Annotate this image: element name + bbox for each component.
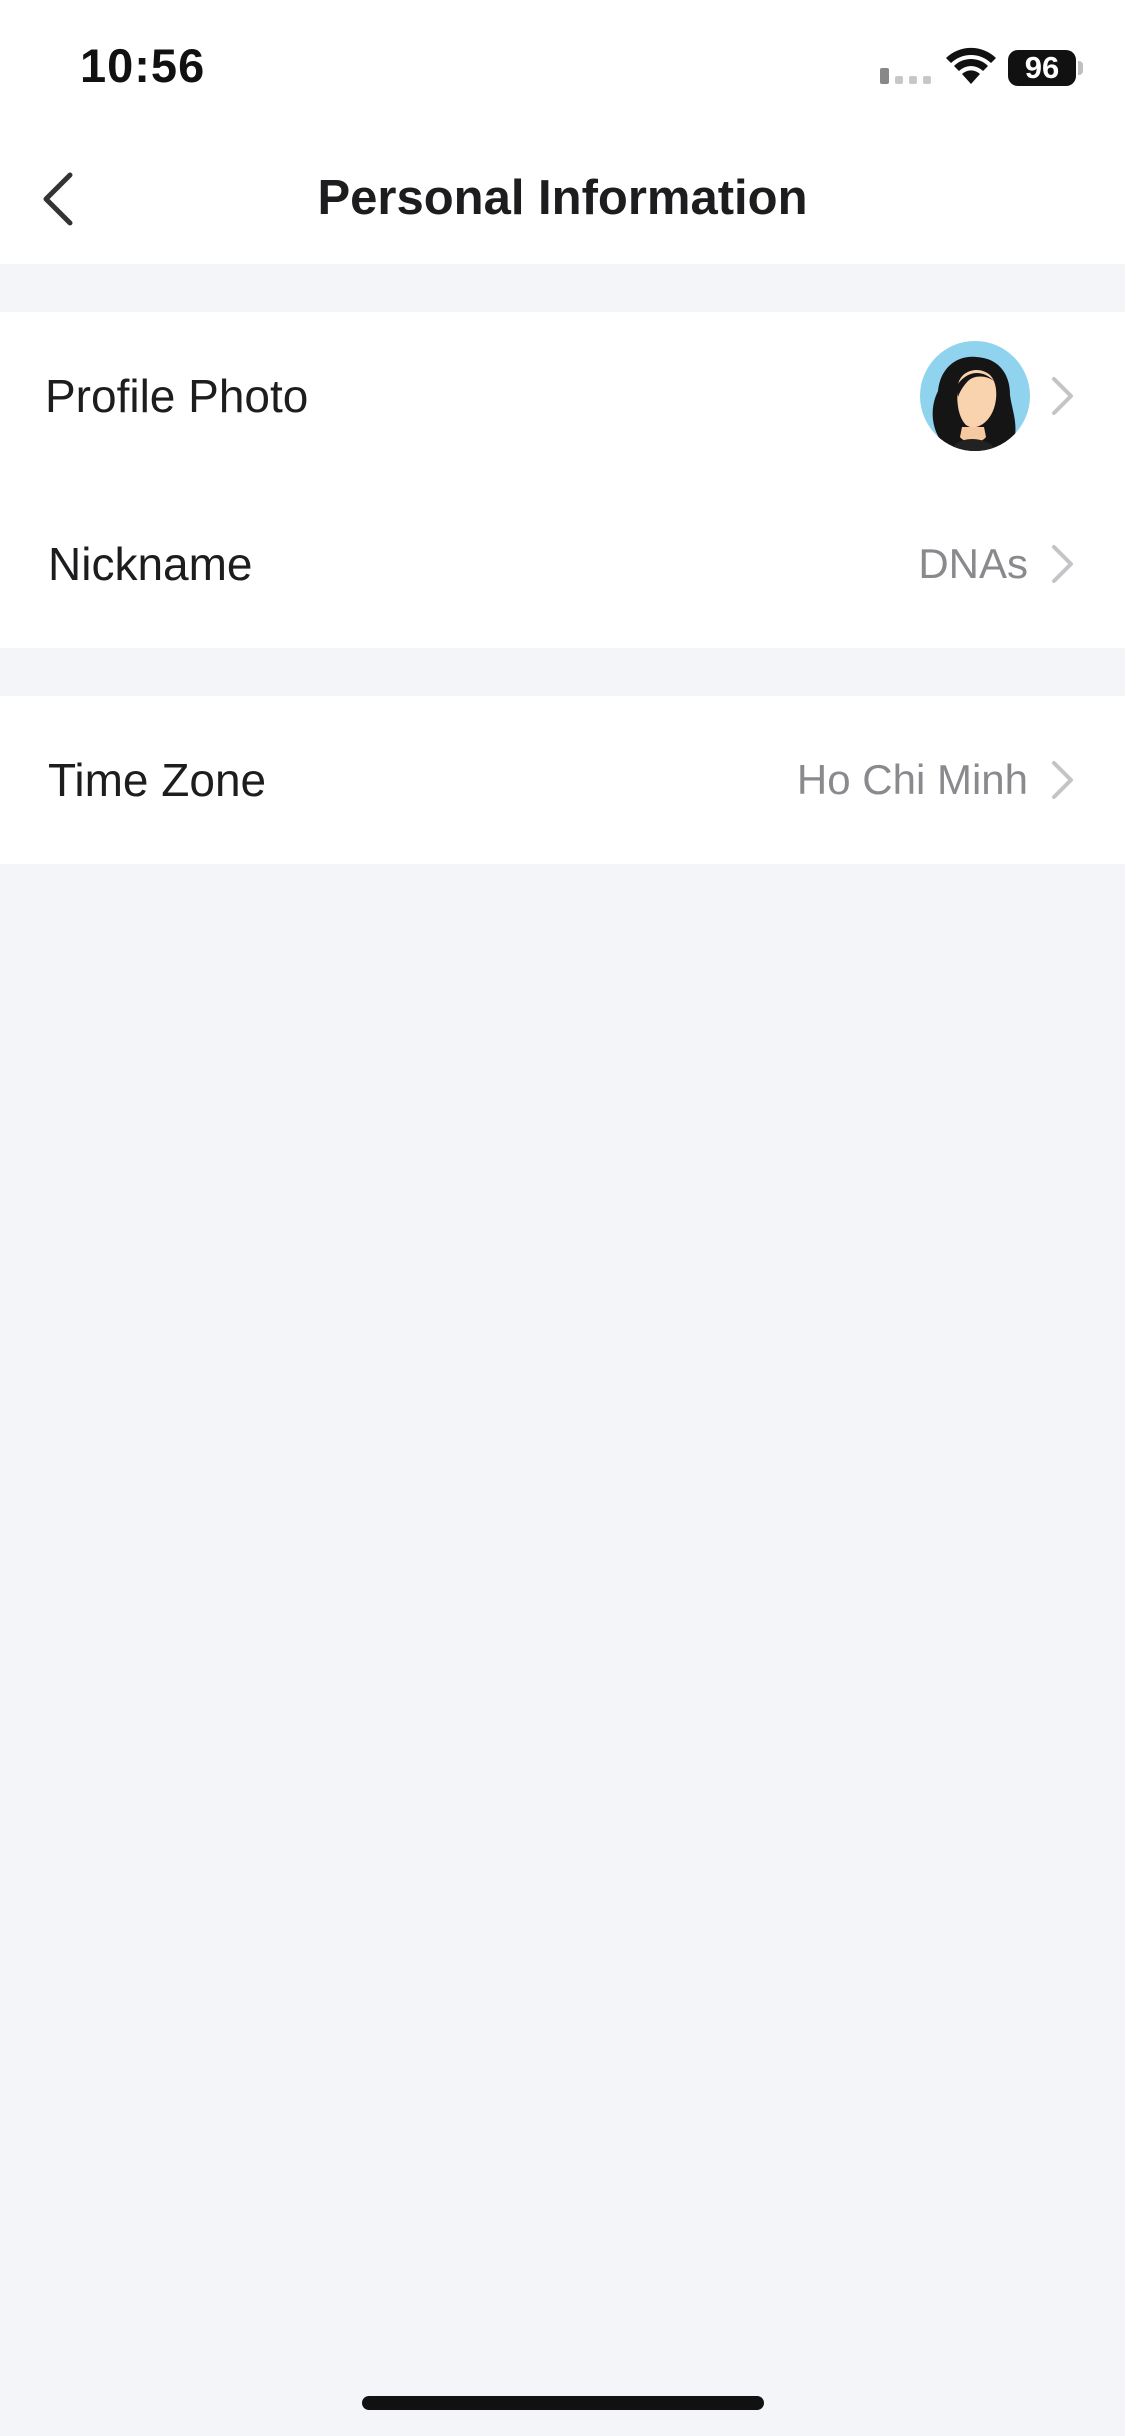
- status-time: 10:56: [80, 39, 206, 92]
- profile-group: Profile Photo Nickname DNAs: [0, 312, 1125, 648]
- avatar: [920, 341, 1030, 451]
- profile-photo-row[interactable]: Profile Photo: [0, 312, 1125, 480]
- status-bar: 10:56 96: [0, 0, 1125, 132]
- signal-icon: [880, 68, 936, 84]
- nickname-label: Nickname: [48, 538, 253, 590]
- home-indicator[interactable]: [362, 2396, 764, 2410]
- battery-icon: 96: [1008, 50, 1076, 86]
- chevron-right-icon: [1052, 761, 1073, 799]
- page-title: Personal Information: [317, 171, 808, 225]
- time-zone-row[interactable]: Time Zone Ho Chi Minh: [0, 696, 1125, 864]
- chevron-right-icon: [1052, 545, 1073, 583]
- chevron-right-icon: [1052, 377, 1073, 415]
- navigation-bar: Personal Information: [0, 132, 1125, 264]
- time-zone-value: Ho Chi Minh: [796, 756, 1028, 803]
- wifi-icon: [944, 46, 998, 86]
- settings-group: Time Zone Ho Chi Minh: [0, 696, 1125, 864]
- time-zone-label: Time Zone: [48, 754, 267, 806]
- nickname-row[interactable]: Nickname DNAs: [0, 480, 1125, 648]
- nickname-value: DNAs: [918, 540, 1028, 587]
- profile-photo-label: Profile Photo: [45, 370, 309, 422]
- battery-cap: [1078, 61, 1083, 75]
